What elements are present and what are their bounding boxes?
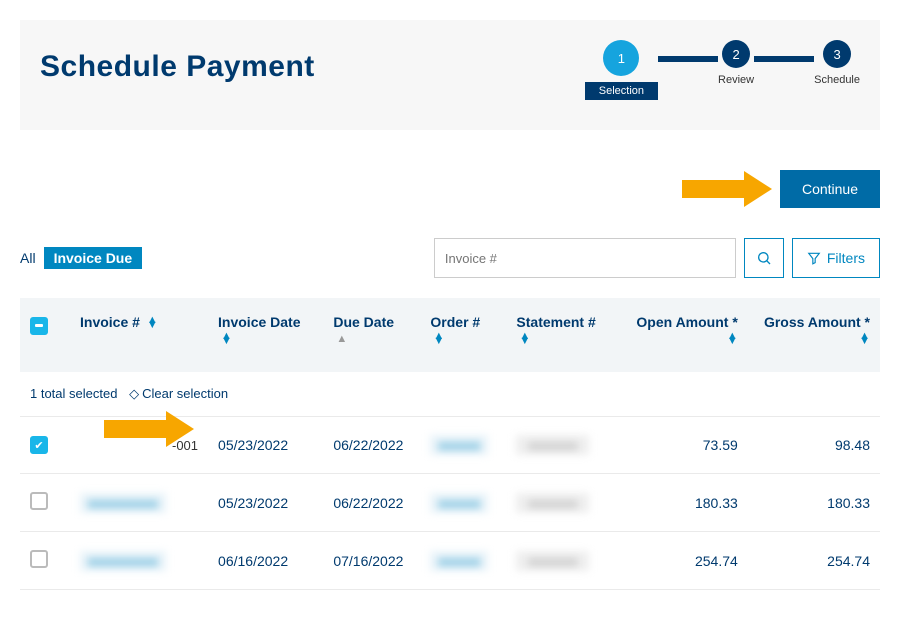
col-gross-amount-label: Gross Amount * [764, 314, 870, 330]
select-all-checkbox[interactable] [30, 317, 48, 335]
step-2-label: Review [718, 74, 754, 86]
cell-statement-no: xxxxxxx [516, 435, 589, 455]
search-box [434, 238, 736, 278]
clear-selection-label: Clear selection [142, 386, 228, 401]
col-invoice-date[interactable]: Invoice Date ▲▼ [208, 298, 323, 372]
search-icon [756, 250, 772, 266]
cell-gross-amount: 254.74 [748, 532, 880, 590]
col-statement-no-label: Statement # [516, 314, 595, 330]
selection-count: 1 total selected [30, 386, 117, 401]
tab-all[interactable]: All [20, 250, 36, 266]
invoice-table: Invoice # ▲▼ Invoice Date ▲▼ Due Date ▲ … [20, 298, 880, 590]
page-wrap: Schedule Payment 1 Selection 2 Review 3 … [0, 0, 900, 610]
cell-due-date: 06/22/2022 [323, 417, 420, 474]
cell-invoice-no: xxxxxxxxxx [80, 493, 166, 513]
table-row: -001 05/23/2022 06/22/2022 xxxxxx xxxxxx… [20, 417, 880, 474]
col-open-amount[interactable]: Open Amount * ▲▼ [620, 298, 748, 372]
cell-open-amount: 254.74 [620, 532, 748, 590]
header-band: Schedule Payment 1 Selection 2 Review 3 … [20, 20, 880, 130]
cell-invoice-date: 05/23/2022 [208, 417, 323, 474]
search-group: Filters [434, 238, 880, 278]
sort-icon: ▲▼ [433, 334, 444, 344]
cell-order-no: xxxxxx [430, 435, 488, 455]
search-input[interactable] [435, 239, 735, 277]
step-2-circle: 2 [722, 40, 750, 68]
arrow-annotation [682, 171, 772, 207]
sort-icon: ▲▼ [519, 334, 530, 344]
filters-button[interactable]: Filters [792, 238, 880, 278]
tools-row: All Invoice Due Filters [20, 238, 880, 278]
col-invoice-date-label: Invoice Date [218, 314, 300, 330]
sort-icon: ▲▼ [727, 334, 738, 344]
step-3-label: Schedule [814, 74, 860, 86]
col-open-amount-label: Open Amount * [636, 314, 737, 330]
continue-button[interactable]: Continue [780, 170, 880, 208]
step-1-circle: 1 [603, 40, 639, 76]
selection-bar: 1 total selected ◇Clear selection [20, 372, 880, 417]
filter-icon [807, 251, 821, 265]
step-3-circle: 3 [823, 40, 851, 68]
col-gross-amount[interactable]: Gross Amount * ▲▼ [748, 298, 880, 372]
table-row: xxxxxxxxxx 05/23/2022 06/22/2022 xxxxxx … [20, 474, 880, 532]
table-header: Invoice # ▲▼ Invoice Date ▲▼ Due Date ▲ … [20, 298, 880, 372]
cell-statement-no: xxxxxxx [516, 551, 589, 571]
cell-invoice-date: 05/23/2022 [208, 474, 323, 532]
page-title: Schedule Payment [40, 50, 315, 84]
step-connector [754, 56, 814, 62]
action-row: Continue [20, 170, 880, 208]
stepper: 1 Selection 2 Review 3 Schedule [585, 40, 860, 100]
col-due-date-label: Due Date [333, 314, 394, 330]
sort-icon: ▲▼ [147, 318, 158, 328]
col-order-no[interactable]: Order # ▲▼ [420, 298, 506, 372]
col-order-no-label: Order # [430, 314, 480, 330]
cell-order-no: xxxxxx [430, 551, 488, 571]
step-3: 3 Schedule [814, 40, 860, 86]
clear-selection-link[interactable]: ◇Clear selection [129, 386, 228, 401]
step-2: 2 Review [718, 40, 754, 86]
row-checkbox[interactable] [30, 550, 48, 568]
cell-invoice-no: xxxxxxxxxx [80, 551, 166, 571]
table-row: xxxxxxxxxx 06/16/2022 07/16/2022 xxxxxx … [20, 532, 880, 590]
col-statement-no[interactable]: Statement # ▲▼ [506, 298, 619, 372]
step-1-label: Selection [585, 82, 658, 100]
arrow-annotation [104, 411, 194, 447]
cell-due-date: 07/16/2022 [323, 532, 420, 590]
cell-gross-amount: 180.33 [748, 474, 880, 532]
cell-gross-amount: 98.48 [748, 417, 880, 474]
step-1: 1 Selection [585, 40, 658, 100]
cell-open-amount: 73.59 [620, 417, 748, 474]
row-checkbox[interactable] [30, 436, 48, 454]
tab-invoice-due[interactable]: Invoice Due [44, 247, 143, 269]
cell-invoice-date: 06/16/2022 [208, 532, 323, 590]
cell-due-date: 06/22/2022 [323, 474, 420, 532]
eraser-icon: ◇ [129, 386, 139, 402]
col-due-date[interactable]: Due Date ▲ [323, 298, 420, 372]
sort-icon: ▲▼ [859, 334, 870, 344]
search-button[interactable] [744, 238, 784, 278]
tabs: All Invoice Due [20, 247, 142, 269]
row-checkbox[interactable] [30, 492, 48, 510]
sort-icon: ▲ [336, 337, 347, 342]
cell-order-no: xxxxxx [430, 493, 488, 513]
step-connector [658, 56, 718, 62]
cell-open-amount: 180.33 [620, 474, 748, 532]
col-invoice-no[interactable]: Invoice # ▲▼ [70, 298, 208, 372]
sort-icon: ▲▼ [221, 334, 232, 344]
filters-label: Filters [827, 250, 865, 266]
cell-statement-no: xxxxxxx [516, 493, 589, 513]
col-invoice-no-label: Invoice # [80, 314, 140, 330]
